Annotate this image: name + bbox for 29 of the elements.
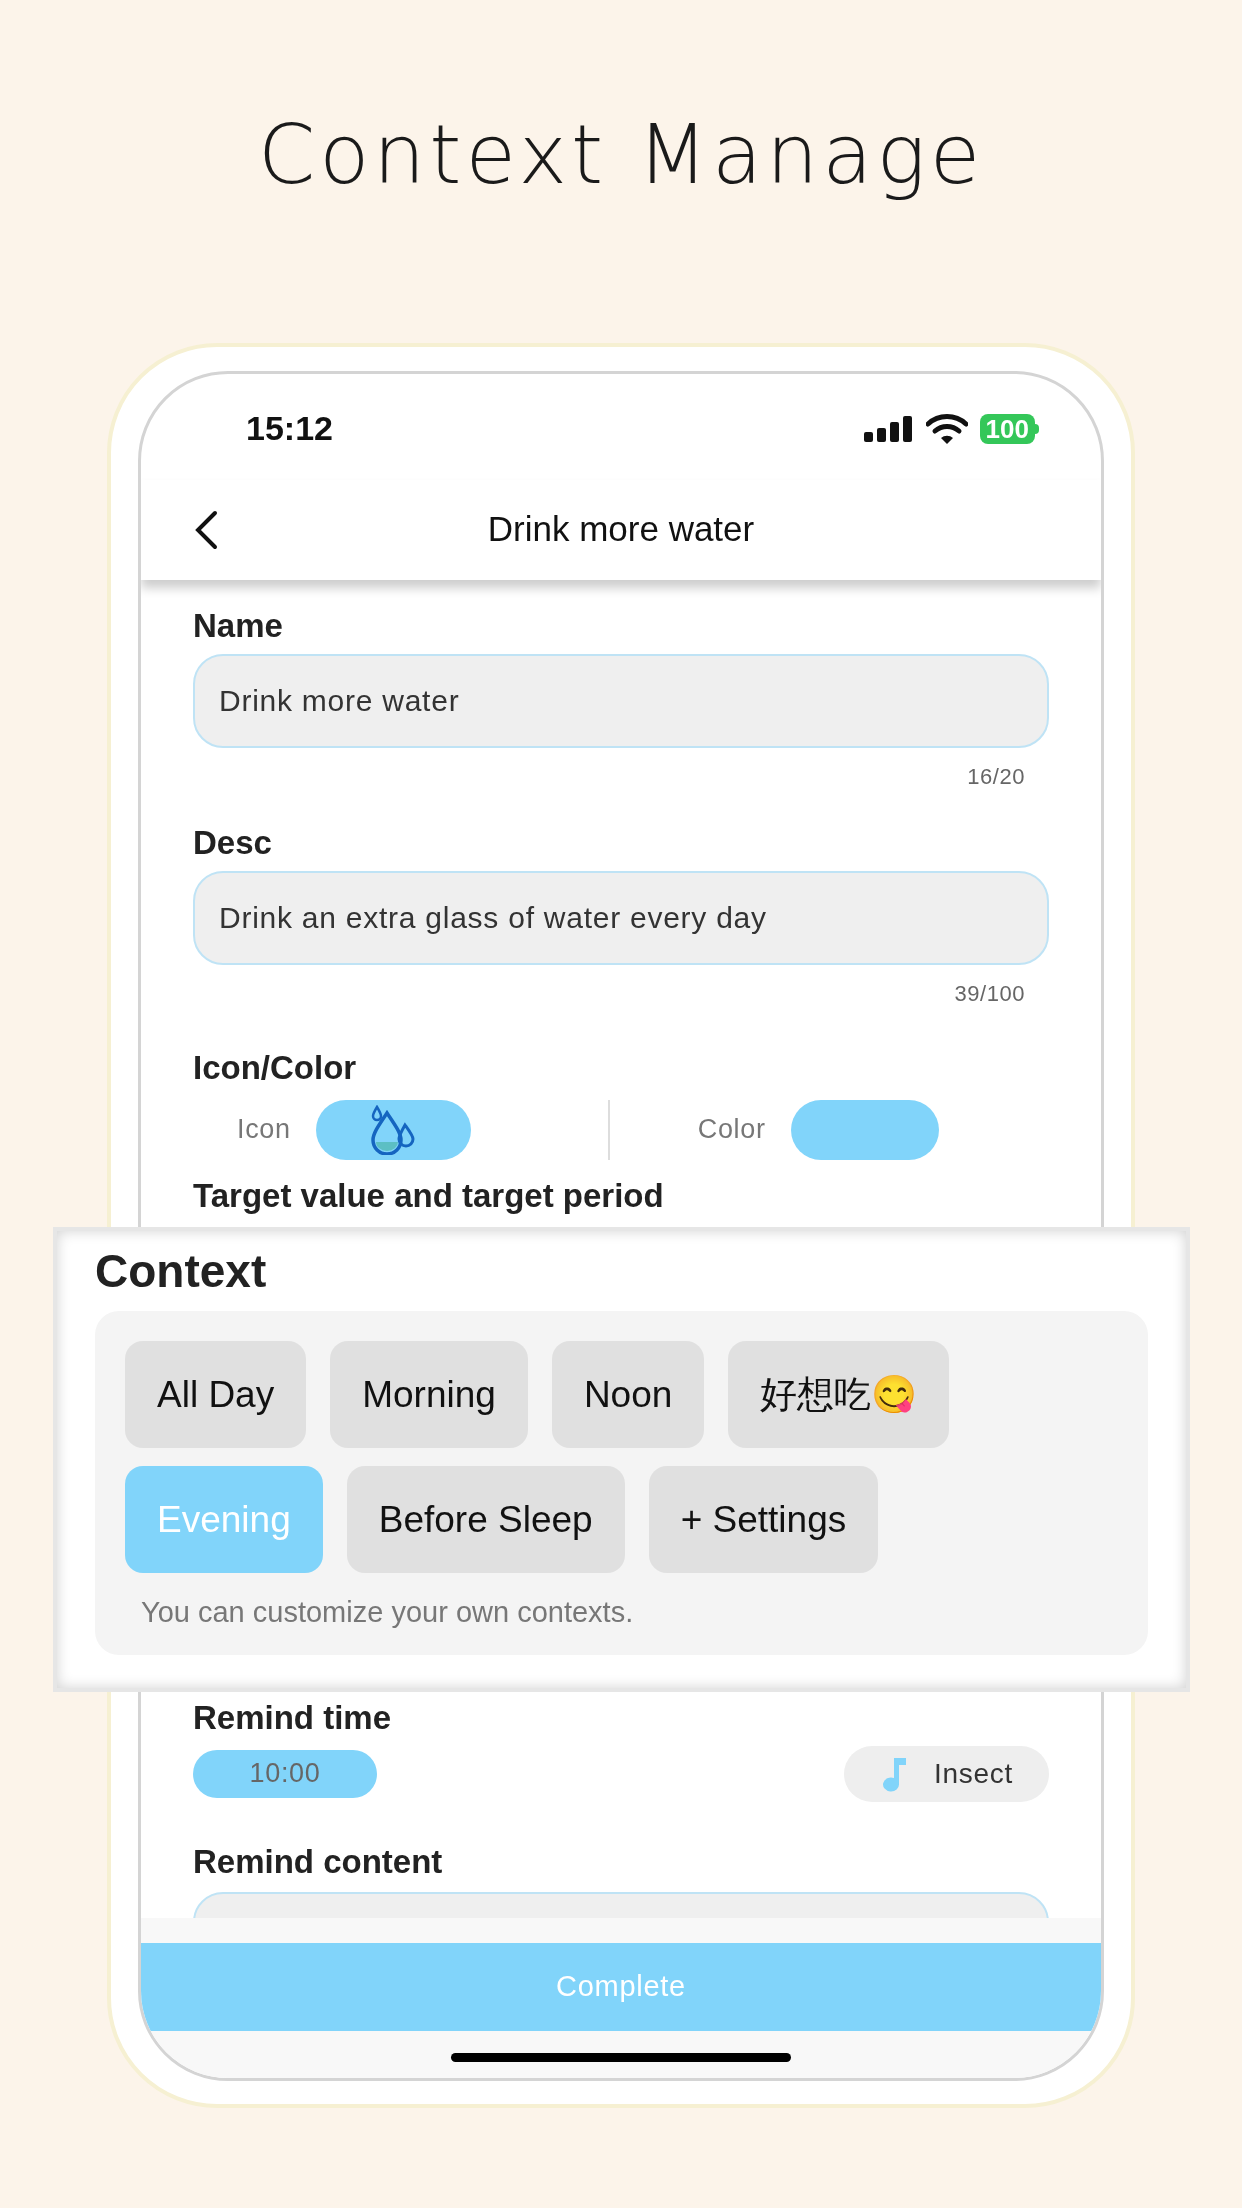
wifi-icon: [925, 413, 968, 444]
status-time: 15:12: [246, 408, 333, 449]
section-label: Icon/Color: [193, 1047, 358, 1088]
field-label: Desc: [193, 822, 273, 863]
headline: Context Manage: [257, 106, 985, 204]
music-note-icon: [880, 1755, 907, 1792]
context-title: Context: [95, 1244, 268, 1299]
field-label: Name: [193, 605, 284, 646]
battery-indicator: 100: [979, 413, 1035, 444]
context-hint: You can customize your own contexts.: [141, 1595, 635, 1630]
signal-icon: [863, 415, 914, 442]
context-chip[interactable]: Before Sleep: [346, 1466, 625, 1573]
sound-pill[interactable]: Insect: [844, 1745, 1049, 1802]
section-label: Remind time: [193, 1697, 393, 1738]
section-label: Remind content: [193, 1841, 444, 1882]
context-chip[interactable]: 好想吃😋: [728, 1341, 950, 1448]
context-chip[interactable]: Noon: [551, 1341, 705, 1448]
input-field[interactable]: Drink more water: [193, 653, 1049, 748]
screen-title: Drink more water: [487, 508, 755, 551]
character-counter: 16/20: [967, 762, 1025, 791]
context-chip[interactable]: Morning: [330, 1341, 528, 1448]
character-counter: 39/100: [954, 979, 1025, 1008]
context-chip[interactable]: + Settings: [648, 1466, 879, 1573]
icon-label: Icon: [237, 1113, 291, 1147]
color-label: Color: [697, 1113, 766, 1147]
context-chip[interactable]: All Day: [125, 1341, 307, 1448]
section-label: Target value and target period: [193, 1175, 665, 1216]
input-field[interactable]: Drink an extra glass of water every day: [193, 870, 1049, 965]
back-icon[interactable]: [193, 509, 219, 550]
